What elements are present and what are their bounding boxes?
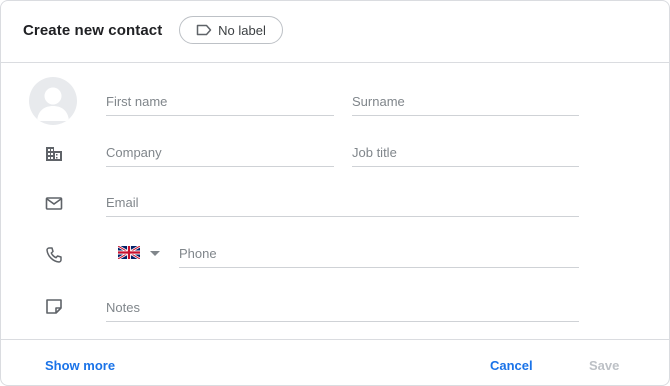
header-divider bbox=[1, 62, 669, 63]
save-button[interactable]: Save bbox=[589, 358, 619, 373]
building-icon bbox=[46, 147, 62, 161]
phone-icon bbox=[46, 247, 62, 263]
email-field[interactable]: Email bbox=[106, 186, 579, 217]
create-contact-dialog: Create new contact No label First name S… bbox=[0, 0, 670, 386]
company-field[interactable]: Company bbox=[106, 136, 334, 167]
no-label-text: No label bbox=[218, 22, 266, 38]
surname-field[interactable]: Surname bbox=[352, 85, 579, 116]
email-placeholder: Email bbox=[106, 195, 139, 210]
chevron-down-icon[interactable] bbox=[150, 251, 160, 256]
footer-divider bbox=[1, 339, 669, 340]
notes-icon bbox=[46, 299, 62, 314]
uk-flag-icon[interactable] bbox=[118, 246, 140, 259]
show-more-button[interactable]: Show more bbox=[45, 358, 115, 373]
notes-field[interactable]: Notes bbox=[106, 291, 579, 322]
notes-placeholder: Notes bbox=[106, 300, 140, 315]
person-avatar-icon[interactable] bbox=[29, 77, 77, 125]
cancel-button[interactable]: Cancel bbox=[490, 358, 533, 373]
dialog-header: Create new contact No label bbox=[1, 1, 669, 61]
phone-field[interactable]: Phone bbox=[179, 237, 579, 268]
dialog-title: Create new contact bbox=[23, 22, 163, 39]
job-title-field[interactable]: Job title bbox=[352, 136, 579, 167]
label-outline-icon bbox=[196, 24, 212, 36]
company-placeholder: Company bbox=[106, 145, 162, 160]
no-label-chip[interactable]: No label bbox=[179, 16, 283, 44]
first-name-field[interactable]: First name bbox=[106, 85, 334, 116]
surname-placeholder: Surname bbox=[352, 94, 405, 109]
mail-icon bbox=[45, 197, 63, 210]
first-name-placeholder: First name bbox=[106, 94, 168, 109]
job-title-placeholder: Job title bbox=[352, 145, 397, 160]
phone-placeholder: Phone bbox=[179, 246, 217, 261]
